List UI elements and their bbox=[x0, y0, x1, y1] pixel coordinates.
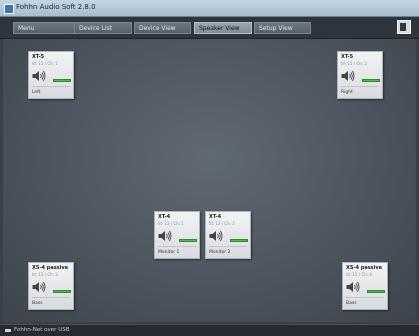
view-toggle-icon bbox=[400, 23, 406, 31]
speaker-address: Id: 11 / Ch: 2 bbox=[341, 61, 367, 66]
speaker-tile-left[interactable]: XT-5 Id: 11 / Ch: 1 Left bbox=[28, 51, 74, 99]
status-text: Fohhn-Net over USB bbox=[14, 327, 70, 333]
level-meter bbox=[367, 290, 385, 293]
divider bbox=[32, 86, 70, 87]
speaker-model: XS-4 passive bbox=[32, 265, 69, 271]
speaker-name: Bass bbox=[346, 301, 357, 306]
status-bar: Fohhn-Net over USB bbox=[0, 324, 419, 336]
speaker-tile-bass-right[interactable]: XS-4 passive Id: 15 / Ch: 4 Bass bbox=[342, 262, 388, 310]
tab-menu[interactable]: Menu bbox=[13, 22, 75, 34]
speaker-address: Id: 15 / Ch: 4 bbox=[346, 272, 372, 277]
connection-indicator-icon bbox=[5, 329, 11, 332]
view-toggle-button[interactable] bbox=[397, 20, 411, 34]
speaker-volume-icon[interactable] bbox=[158, 230, 172, 242]
divider bbox=[346, 297, 384, 298]
divider bbox=[32, 297, 70, 298]
speaker-tile-bass-left[interactable]: XS-4 passive Id: 15 / Ch: 3 Bass bbox=[28, 262, 74, 310]
tab-device-list[interactable]: Device List bbox=[74, 22, 132, 34]
divider bbox=[209, 246, 247, 247]
divider bbox=[158, 246, 196, 247]
divider bbox=[341, 86, 379, 87]
tab-setup-view[interactable]: Setup View bbox=[254, 22, 311, 34]
tab-device-view[interactable]: Device View bbox=[134, 22, 191, 34]
speaker-volume-icon[interactable] bbox=[32, 70, 46, 82]
speaker-tile-right[interactable]: XT-5 Id: 11 / Ch: 2 Right bbox=[337, 51, 383, 99]
speaker-volume-icon[interactable] bbox=[32, 281, 46, 293]
level-meter bbox=[53, 290, 71, 293]
speaker-address: Id: 15 / Ch: 3 bbox=[32, 272, 58, 277]
level-meter bbox=[362, 79, 380, 82]
speaker-model: XT-4 bbox=[209, 214, 222, 220]
app-icon bbox=[4, 4, 14, 14]
level-meter bbox=[230, 239, 248, 242]
speaker-model: XT-4 bbox=[158, 214, 171, 220]
speaker-name: Bass bbox=[32, 301, 43, 306]
app-window: Fohhn Audio Soft 2.8.0 Menu Device List … bbox=[0, 0, 419, 336]
title-bar: Fohhn Audio Soft 2.8.0 bbox=[0, 0, 419, 17]
level-meter bbox=[53, 79, 71, 82]
speaker-address: Id: 11 / Ch: 1 bbox=[32, 61, 58, 66]
speaker-name: Monitor 2 bbox=[209, 250, 231, 255]
speaker-name: Right bbox=[341, 90, 353, 95]
speaker-model: XS-4 passive bbox=[346, 265, 383, 271]
speaker-name: Monitor 1 bbox=[158, 250, 180, 255]
speaker-address: Id: 13 / Ch: 2 bbox=[209, 221, 235, 226]
speaker-volume-icon[interactable] bbox=[209, 230, 223, 242]
speaker-tile-monitor-1[interactable]: XT-4 Id: 13 / Ch: 1 Monitor 1 bbox=[154, 211, 200, 259]
level-meter bbox=[179, 239, 197, 242]
window-title: Fohhn Audio Soft 2.8.0 bbox=[16, 3, 96, 11]
nav-bar: Menu Device List Device View Speaker Vie… bbox=[0, 17, 419, 39]
speaker-name: Left bbox=[32, 90, 41, 95]
tab-speaker-view[interactable]: Speaker View bbox=[194, 22, 252, 34]
speaker-tile-monitor-2[interactable]: XT-4 Id: 13 / Ch: 2 Monitor 2 bbox=[205, 211, 251, 259]
speaker-model: XT-5 bbox=[341, 54, 354, 60]
speaker-address: Id: 13 / Ch: 1 bbox=[158, 221, 184, 226]
speaker-volume-icon[interactable] bbox=[346, 281, 360, 293]
speaker-model: XT-5 bbox=[32, 54, 45, 60]
speaker-canvas: XT-5 Id: 11 / Ch: 1 Left XT-5 Id: 11 / C… bbox=[3, 39, 416, 322]
speaker-volume-icon[interactable] bbox=[341, 70, 355, 82]
